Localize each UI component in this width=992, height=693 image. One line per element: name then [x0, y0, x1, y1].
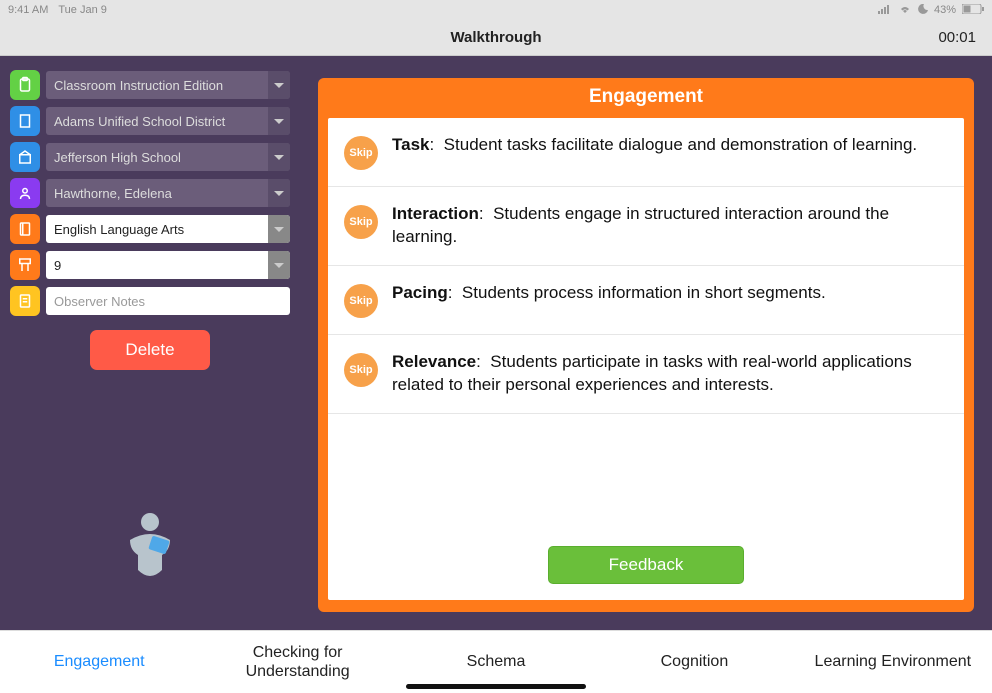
panel-title: Engagement	[318, 78, 974, 118]
criteria-name: Interaction	[392, 204, 479, 223]
skip-button[interactable]: Skip	[344, 284, 378, 318]
status-bar: 9:41 AM Tue Jan 9 43%	[0, 0, 992, 20]
select-value: English Language Arts	[54, 222, 268, 237]
criteria-item-interaction[interactable]: Skip Interaction: Students engage in str…	[328, 187, 964, 266]
chevron-down-icon	[268, 251, 290, 279]
criteria-desc: Students process information in short se…	[462, 283, 826, 302]
skip-button[interactable]: Skip	[344, 136, 378, 170]
battery-icon	[962, 4, 984, 17]
chevron-down-icon	[268, 179, 290, 207]
skip-button[interactable]: Skip	[344, 205, 378, 239]
criteria-text: Interaction: Students engage in structur…	[392, 203, 948, 249]
subject-row: English Language Arts	[10, 214, 290, 244]
engagement-panel: Engagement Skip Task: Student tasks faci…	[318, 78, 974, 612]
content: Classroom Instruction Edition Adams Unif…	[0, 56, 992, 630]
tab-engagement[interactable]: Engagement	[0, 652, 198, 671]
select-value: 9	[54, 258, 268, 273]
timer: 00:01	[938, 29, 992, 46]
status-time: 9:41 AM	[8, 4, 48, 16]
tab-bar: Engagement Checking for Understanding Sc…	[0, 630, 992, 693]
teacher-row: Hawthorne, Edelena	[10, 178, 290, 208]
select-value: Adams Unified School District	[54, 114, 268, 129]
chevron-down-icon	[268, 107, 290, 135]
criteria-text: Pacing: Students process information in …	[392, 282, 826, 305]
tab-learning-env[interactable]: Learning Environment	[794, 652, 992, 671]
home-indicator[interactable]	[406, 684, 586, 689]
status-date: Tue Jan 9	[58, 4, 107, 16]
observer-notes-input[interactable]: Observer Notes	[46, 287, 290, 315]
criteria-list: Skip Task: Student tasks facilitate dial…	[328, 118, 964, 546]
criteria-item-relevance[interactable]: Skip Relevance: Students participate in …	[328, 335, 964, 414]
tab-checking[interactable]: Checking for Understanding	[198, 643, 396, 681]
school-row: Jefferson High School	[10, 142, 290, 172]
signal-icon	[878, 4, 892, 17]
grade-select[interactable]: 9	[46, 251, 290, 279]
edition-select[interactable]: Classroom Instruction Edition	[46, 71, 290, 99]
chevron-down-icon	[268, 71, 290, 99]
feedback-button[interactable]: Feedback	[548, 546, 744, 584]
building-icon	[10, 106, 40, 136]
page-title: Walkthrough	[450, 29, 541, 46]
grade-row: 9	[10, 250, 290, 280]
criteria-text: Task: Student tasks facilitate dialogue …	[392, 134, 917, 157]
criteria-name: Task	[392, 135, 430, 154]
criteria-name: Pacing	[392, 283, 448, 302]
wifi-icon	[898, 4, 912, 17]
tab-cognition[interactable]: Cognition	[595, 652, 793, 671]
school-icon	[10, 142, 40, 172]
tab-label: Checking for Understanding	[233, 643, 363, 681]
notes-icon	[10, 286, 40, 316]
district-select[interactable]: Adams Unified School District	[46, 107, 290, 135]
delete-button[interactable]: Delete	[90, 330, 210, 370]
clipboard-icon	[10, 70, 40, 100]
sidebar: Classroom Instruction Edition Adams Unif…	[0, 56, 300, 630]
criteria-item-task[interactable]: Skip Task: Student tasks facilitate dial…	[328, 118, 964, 187]
moon-icon	[918, 4, 928, 17]
grade-icon	[10, 250, 40, 280]
chevron-down-icon	[268, 143, 290, 171]
subject-select[interactable]: English Language Arts	[46, 215, 290, 243]
district-row: Adams Unified School District	[10, 106, 290, 136]
edition-row: Classroom Instruction Edition	[10, 70, 290, 100]
criteria-name: Relevance	[392, 352, 476, 371]
app-logo	[10, 510, 290, 582]
person-icon	[10, 178, 40, 208]
book-icon	[10, 214, 40, 244]
app-header: Walkthrough 00:01	[0, 20, 992, 56]
main: Engagement Skip Task: Student tasks faci…	[300, 56, 992, 630]
tab-schema[interactable]: Schema	[397, 652, 595, 671]
select-value: Jefferson High School	[54, 150, 268, 165]
criteria-desc: Student tasks facilitate dialogue and de…	[444, 135, 917, 154]
select-value: Classroom Instruction Edition	[54, 78, 268, 93]
input-placeholder: Observer Notes	[54, 294, 282, 309]
status-battery-pct: 43%	[934, 4, 956, 16]
chevron-down-icon	[268, 215, 290, 243]
criteria-text: Relevance: Students participate in tasks…	[392, 351, 948, 397]
panel-body: Skip Task: Student tasks facilitate dial…	[328, 118, 964, 600]
select-value: Hawthorne, Edelena	[54, 186, 268, 201]
status-left: 9:41 AM Tue Jan 9	[8, 4, 107, 16]
criteria-item-pacing[interactable]: Skip Pacing: Students process informatio…	[328, 266, 964, 335]
teacher-select[interactable]: Hawthorne, Edelena	[46, 179, 290, 207]
school-select[interactable]: Jefferson High School	[46, 143, 290, 171]
skip-button[interactable]: Skip	[344, 353, 378, 387]
notes-row: Observer Notes	[10, 286, 290, 316]
status-right: 43%	[878, 4, 984, 17]
